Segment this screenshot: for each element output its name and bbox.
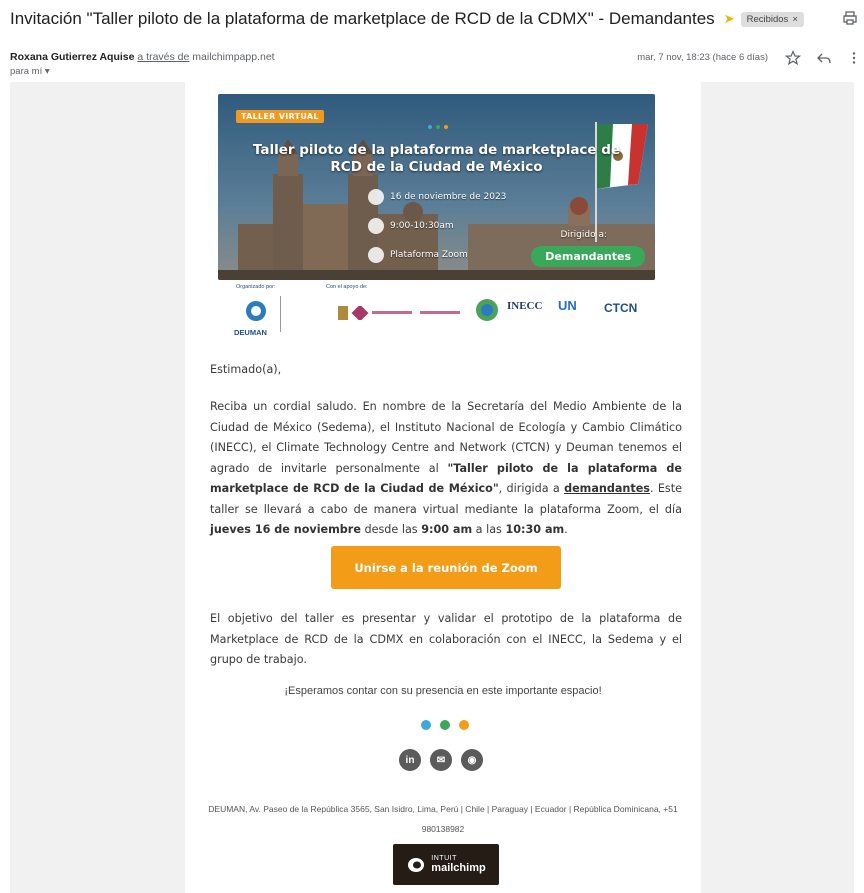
banner-title: Taller piloto de la plataforma de market… [252, 142, 621, 175]
sender-name[interactable]: Roxana Gutierrez Aquise [10, 51, 134, 63]
recipient-line[interactable]: para mí ▾ [10, 66, 50, 77]
end-time-bold: 10:30 am [505, 523, 565, 536]
inecc-logo: INECC [507, 300, 543, 312]
join-zoom-button[interactable]: Unirse a la reunión de Zoom [331, 546, 561, 589]
banner-date: 16 de noviembre de 2023 [390, 192, 507, 202]
via-text[interactable]: a través de [137, 51, 189, 63]
audience-underlined: demandantes [564, 482, 650, 495]
calendar-icon [368, 189, 384, 205]
ctcn-logo: CTCN [604, 301, 638, 315]
mailchimp-wordmark: INTUIT mailchimp [431, 855, 485, 874]
mailchimp-badge[interactable]: INTUIT mailchimp [393, 844, 499, 885]
banner-date-row: 16 de noviembre de 2023 [368, 189, 506, 205]
banner-dots [428, 125, 448, 129]
mailchimp-logo-icon [408, 857, 425, 872]
banner-tag: TALLER VIRTUAL [236, 110, 324, 123]
un-environment-logo: UN [558, 298, 577, 313]
deuman-logo-icon [246, 301, 266, 321]
organized-by-label: Organizado por: [236, 284, 276, 290]
email-canvas: TALLER VIRTUAL Taller piloto de la plata… [10, 82, 854, 893]
invitation-paragraph: Reciba un cordial saludo. En nombre de l… [210, 397, 682, 541]
banner-time-row: 9:00-10:30am [368, 218, 454, 234]
label-remove-icon[interactable]: × [792, 14, 798, 25]
star-icon[interactable] [785, 50, 801, 66]
reply-icon[interactable] [816, 50, 832, 66]
clock-icon [368, 218, 384, 234]
chevron-down-icon[interactable]: ▾ [45, 66, 50, 77]
banner-platform: Plataforma Zoom [390, 250, 468, 260]
recipient-text: para mí [10, 66, 43, 77]
banner-platform-row: Plataforma Zoom [368, 247, 468, 263]
via-domain: mailchimpapp.net [192, 51, 275, 63]
greeting: Estimado(a), [210, 363, 282, 376]
more-options-icon[interactable] [846, 50, 862, 66]
p1-part: a las [472, 523, 506, 536]
inecc-logo-icon [476, 299, 498, 321]
banner-audience: Demandantes [531, 246, 645, 267]
decorative-dots [421, 720, 469, 730]
website-globe-icon[interactable]: ◉ [461, 749, 483, 771]
p1-part: , dirigida a [498, 482, 565, 495]
subject-text: Invitación "Taller piloto de la platafor… [10, 9, 715, 28]
partner-logos: Organizado por: Con el apoyo de: DEUMAN … [218, 282, 655, 342]
p1-part: desde las [360, 523, 422, 536]
print-icon[interactable] [842, 10, 858, 26]
email-subject: Invitación "Taller piloto de la platafor… [10, 9, 834, 29]
label-chip[interactable]: Recibidos × [740, 11, 804, 27]
banner-time: 9:00-10:30am [390, 221, 454, 231]
objective-paragraph: El objetivo del taller es presentar y va… [210, 612, 682, 666]
event-date-bold: jueves 16 de noviembre [210, 523, 361, 536]
start-time-bold: 9:00 am [421, 523, 473, 536]
banner-dirigido: Dirigido a: [560, 230, 607, 240]
social-links: in ✉ ◉ [399, 749, 483, 771]
support-label: Con el apoyo de: [326, 284, 368, 290]
linkedin-icon[interactable]: in [399, 749, 421, 771]
importance-marker-icon[interactable]: ➤ [724, 11, 735, 27]
deuman-logo: DEUMAN [234, 328, 267, 337]
video-icon [368, 247, 384, 263]
event-banner: TALLER VIRTUAL Taller piloto de la plata… [218, 94, 655, 280]
label-text: Recibidos [746, 13, 789, 25]
closing-line: ¡Esperamos contar con su presencia en es… [284, 685, 602, 697]
email-date: mar, 7 nov, 18:23 (hace 6 días) [637, 52, 768, 63]
email-content: TALLER VIRTUAL Taller piloto de la plata… [185, 82, 701, 893]
cdmx-logos [338, 306, 460, 320]
sender-line: Roxana Gutierrez Aquise a través de mail… [10, 51, 275, 63]
mailchimp-name: mailchimp [431, 862, 486, 874]
email-icon[interactable]: ✉ [430, 749, 452, 771]
footer-address: DEUMAN, Av. Paseo de la República 3565, … [208, 804, 678, 834]
p1-part: . [564, 523, 568, 536]
